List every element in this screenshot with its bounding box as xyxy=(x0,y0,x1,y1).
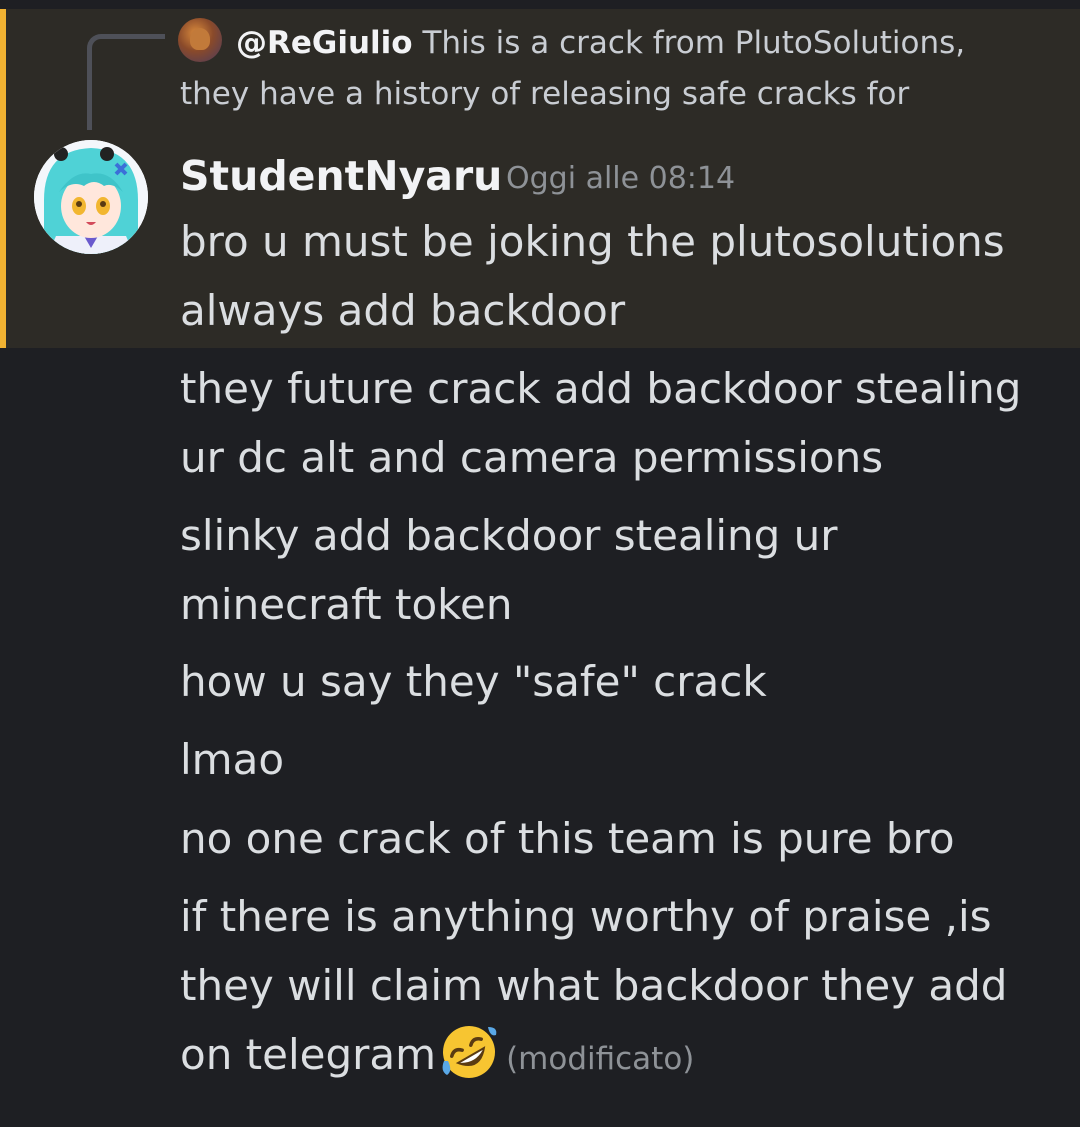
message-1-line1: bro u must be joking the plutosolutions xyxy=(180,217,1005,266)
reply-preview[interactable]: @ReGiulio This is a crack from PlutoSolu… xyxy=(180,18,1060,120)
message-3-line1: slinky add backdoor stealing ur xyxy=(180,511,838,560)
edited-label: (modificato) xyxy=(506,1041,695,1077)
message-7-line2: they will claim what backdoor they add xyxy=(180,961,1008,1010)
message-1[interactable]: bro u must be joking the plutosolutions … xyxy=(180,207,1050,345)
message-6-line1: no one crack of this team is pure bro xyxy=(180,814,955,863)
message-7-line1: if there is anything worthy of praise ,i… xyxy=(180,892,992,941)
message-1-line2: always add backdoor xyxy=(180,286,626,335)
message-5[interactable]: lmao xyxy=(180,725,1050,794)
rolling-on-floor-laughing-emoji[interactable] xyxy=(438,1021,500,1083)
message-timestamp[interactable]: Oggi alle 08:14 xyxy=(506,158,735,200)
message-3-line2: minecraft token xyxy=(180,580,513,629)
message-2-line2: ur dc alt and camera permissions xyxy=(180,433,884,482)
message-3[interactable]: slinky add backdoor stealing ur minecraf… xyxy=(180,501,1050,639)
reply-username[interactable]: @ReGiulio xyxy=(236,25,413,61)
mention-highlight-bar xyxy=(0,9,6,348)
reply-text-line1: This is a crack from PlutoSolutions, xyxy=(422,25,966,61)
reply-text-line2: they have a history of releasing safe cr… xyxy=(180,76,910,112)
message-2[interactable]: they future crack add backdoor stealing … xyxy=(180,354,1050,492)
author-username[interactable]: StudentNyaru xyxy=(180,148,502,204)
message-4-line1: how u say they "safe" crack xyxy=(180,657,767,706)
message-2-line1: they future crack add backdoor stealing xyxy=(180,364,1022,413)
message-6[interactable]: no one crack of this team is pure bro xyxy=(180,804,1050,873)
message-4[interactable]: how u say they "safe" crack xyxy=(180,647,1050,716)
message-5-line1: lmao xyxy=(180,735,285,784)
message-7[interactable]: if there is anything worthy of praise ,i… xyxy=(180,882,1050,1094)
avatar[interactable] xyxy=(34,140,148,254)
reply-connector xyxy=(87,34,165,130)
message-7-line3: on telegram xyxy=(180,1030,437,1079)
